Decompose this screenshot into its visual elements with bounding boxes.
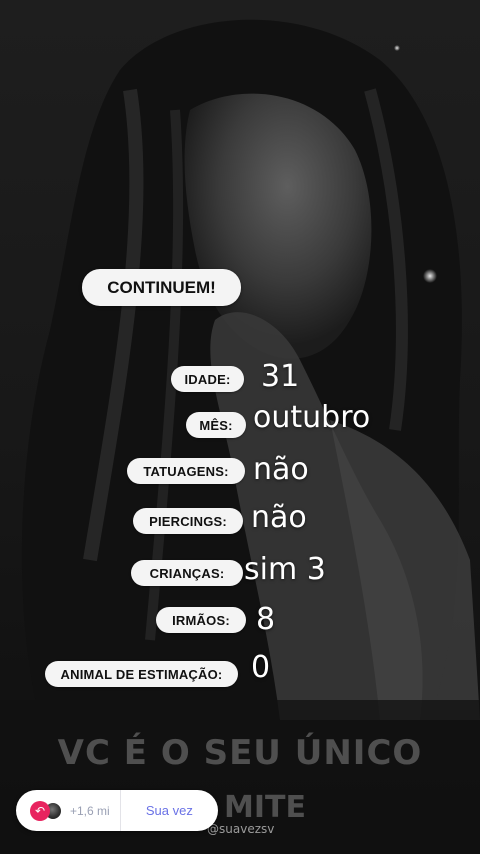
participants[interactable]: ↶ +1,6 mi: [16, 790, 110, 831]
piercings-label: PIERCINGS:: [133, 508, 243, 534]
children-label: CRIANÇAS:: [131, 560, 243, 586]
add-yours-bar[interactable]: ↶ +1,6 mi Sua vez: [16, 790, 218, 831]
sua-vez-button[interactable]: Sua vez: [121, 803, 218, 818]
piercings-answer: não: [251, 500, 307, 535]
age-answer: 31: [261, 359, 300, 394]
age-label: IDADE:: [171, 366, 244, 392]
siblings-label: IRMÃOS:: [156, 607, 246, 633]
tattoos-label: TATUAGENS:: [127, 458, 245, 484]
month-answer: outubro: [253, 400, 371, 435]
watermark-subtitle: MITE: [224, 790, 306, 825]
watermark-title: VC É O SEU ÚNICO: [57, 733, 423, 773]
pet-label: ANIMAL DE ESTIMAÇÃO:: [45, 661, 238, 687]
children-answer: sim 3: [244, 552, 326, 587]
siblings-answer: 8: [256, 602, 276, 637]
story-canvas: CONTINUEM! IDADE: 31 MÊS: outubro TATUAG…: [0, 0, 480, 854]
month-label: MÊS:: [186, 412, 246, 438]
continue-sticker: CONTINUEM!: [82, 269, 241, 306]
reply-arrow-icon: ↶: [30, 800, 50, 821]
participant-count: +1,6 mi: [70, 803, 110, 818]
tattoos-answer: não: [253, 452, 309, 487]
pet-answer: 0: [251, 650, 271, 685]
watermark-handle: @suavezsv: [207, 822, 275, 836]
